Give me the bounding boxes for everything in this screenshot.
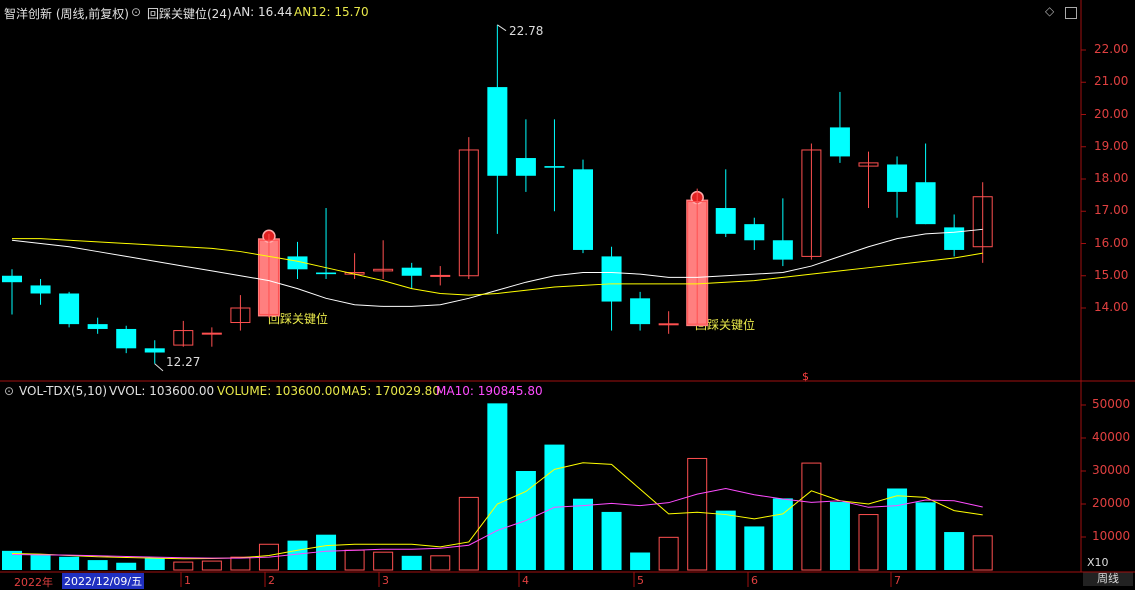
candle-body <box>401 267 422 276</box>
volume-bar <box>887 488 908 570</box>
candle-body <box>87 324 108 329</box>
volume-bar <box>59 556 80 570</box>
volume-bar <box>87 560 108 570</box>
volume-bar <box>373 551 394 571</box>
volume-bar <box>430 555 451 571</box>
volume-bar <box>744 526 765 570</box>
volume-bar <box>658 536 679 571</box>
volume-bar <box>829 502 850 570</box>
candle-body <box>915 182 936 225</box>
volume-bar <box>772 498 793 570</box>
high-marker-arrow <box>497 24 507 32</box>
candle-body <box>630 298 651 325</box>
candle-body <box>515 158 536 176</box>
candle-body <box>772 240 793 260</box>
volume-bar <box>573 498 593 570</box>
candle-body <box>944 227 965 250</box>
candle-body <box>715 208 736 234</box>
candle-body <box>658 323 679 326</box>
volume-bar <box>344 549 365 571</box>
candle-body <box>2 275 22 283</box>
stock-chart-window: 智洋创新 (周线,前复权) ⊙ 回踩关键位(24) AN: 16.44 AN12… <box>0 0 1135 589</box>
volume-bar <box>944 532 965 570</box>
event-marker-icon: $ <box>802 370 809 383</box>
volume-bar <box>201 560 222 571</box>
low-marker-arrow <box>154 363 164 372</box>
candle-body <box>601 256 622 302</box>
candlestick-chart[interactable]: $ <box>0 0 1135 587</box>
volume-bar <box>116 562 137 570</box>
volume-bar <box>30 554 51 570</box>
candle-body <box>487 87 508 176</box>
volume-bar <box>972 535 993 571</box>
candle-body <box>829 127 850 157</box>
volume-bar <box>401 555 422 570</box>
candle-body <box>30 285 51 294</box>
ma-white-line <box>11 228 983 307</box>
volume-bar <box>801 462 822 571</box>
volume-bar <box>173 561 194 571</box>
candle-body <box>544 166 565 168</box>
volume-bar <box>630 552 651 570</box>
candle-body <box>744 224 765 241</box>
volume-bar <box>715 510 736 570</box>
candle-body <box>144 348 165 353</box>
volume-bar <box>601 511 622 570</box>
candle-body <box>316 272 337 275</box>
candle-body <box>59 293 80 325</box>
volume-bar <box>687 457 708 571</box>
volume-bar <box>915 502 936 570</box>
volume-bar <box>230 556 251 571</box>
candle-body <box>201 332 222 335</box>
candle-body <box>573 169 593 250</box>
candle-body <box>116 328 137 349</box>
volume-bar <box>144 558 165 570</box>
volume-bar <box>858 514 879 571</box>
volume-bar <box>487 403 508 570</box>
candle-body <box>887 164 908 192</box>
candle-body <box>430 274 451 277</box>
ma-yellow-line <box>12 238 983 296</box>
